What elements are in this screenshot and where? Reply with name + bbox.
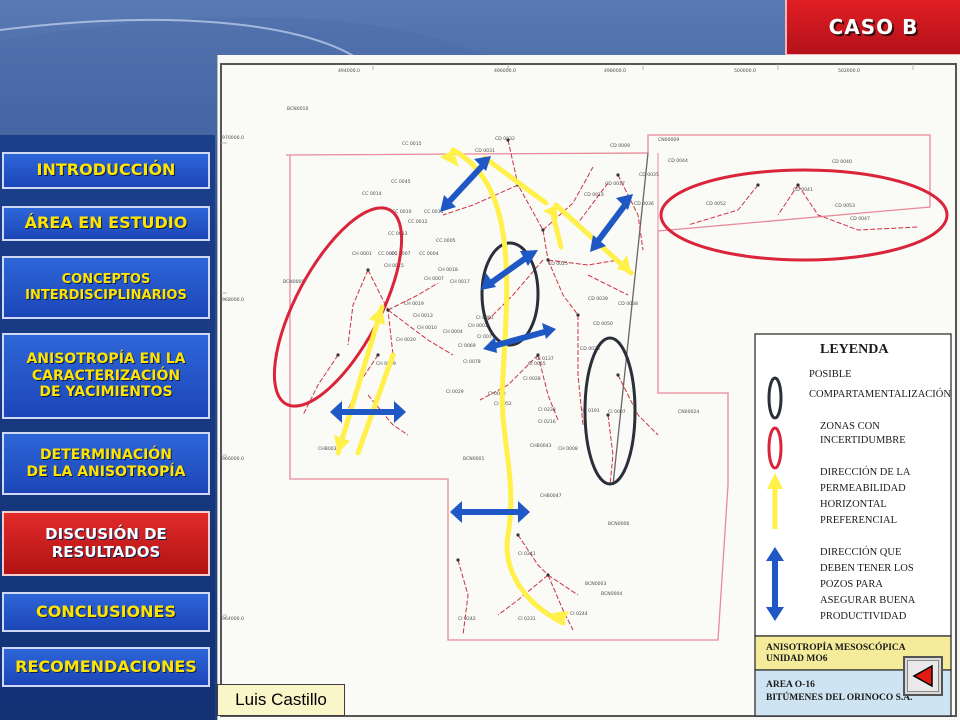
well-label: CD 0044 xyxy=(668,158,688,164)
well-label: BCN0001 xyxy=(463,456,484,462)
well-label: CI 0007 xyxy=(608,409,626,415)
well-label: BCN0004 xyxy=(601,591,622,597)
svg-text:970000.0: 970000.0 xyxy=(222,135,244,141)
back-button-inner xyxy=(907,660,939,692)
map-frame: 494000.0 496000.0 498000.0 500000.0 5020… xyxy=(217,55,960,720)
svg-text:500000.0: 500000.0 xyxy=(734,68,756,74)
well-label: CI 0241 xyxy=(518,551,536,557)
nav-conclusiones-button[interactable]: CONCLUSIONES xyxy=(2,592,210,632)
well-label: CD 0050 xyxy=(593,321,613,327)
well-label: CI 0238 xyxy=(538,407,556,413)
well-label: CH 0020 xyxy=(396,337,416,343)
well-label: CC 0015 xyxy=(402,141,422,147)
author-tag: Luis Castillo xyxy=(217,684,345,716)
nav-anisotropia-caracterizacion-label: ANISOTROPÍA EN LA CARACTERIZACIÓN DE YAC… xyxy=(26,351,186,401)
well-label: BCN0003 xyxy=(585,581,606,587)
well-label: CI 0242 xyxy=(458,616,476,622)
legend-title: LEYENDA xyxy=(820,342,889,357)
well-label: CN00009 xyxy=(658,137,679,143)
nav-introduccion-button[interactable]: INTRODUCCIÓN xyxy=(2,152,210,189)
back-triangle-icon xyxy=(912,664,933,688)
sidebar-nav: INTRODUCCIÓN ÁREA EN ESTUDIO CONCEPTOS I… xyxy=(0,135,215,720)
nav-introduccion-label: INTRODUCCIÓN xyxy=(36,160,176,180)
svg-text:496000.0: 496000.0 xyxy=(494,68,516,74)
well-label: CI 0216 xyxy=(538,419,556,425)
nav-recomendaciones-button[interactable]: RECOMENDACIONES xyxy=(2,647,210,687)
svg-text:964000.0: 964000.0 xyxy=(222,616,244,622)
nav-conceptos-label: CONCEPTOS INTERDISCIPLINARIOS xyxy=(25,272,187,303)
well-label: CD 0038 xyxy=(618,301,638,307)
nav-recomendaciones-label: RECOMENDACIONES xyxy=(15,656,197,676)
nav-discusion-label: DISCUSIÓN DE RESULTADOS xyxy=(45,524,167,561)
well-label: CI 0029 xyxy=(446,389,464,395)
well-label: CC 0012 xyxy=(408,219,428,225)
nav-area-estudio-label: ÁREA EN ESTUDIO xyxy=(24,213,188,233)
well-label: CI 0137 xyxy=(536,356,554,362)
well-label: CC 0045 xyxy=(391,179,411,185)
svg-text:502000.0: 502000.0 xyxy=(838,68,860,74)
well-label: CI 0078 xyxy=(463,359,481,365)
well-label: CD 0047 xyxy=(850,216,870,222)
svg-text:498000.0: 498000.0 xyxy=(604,68,626,74)
nav-determinacion-button[interactable]: DETERMINACIÓN DE LA ANISOTROPÍA xyxy=(2,432,210,495)
well-label: CHB0047 xyxy=(540,493,562,499)
svg-text:968000.0: 968000.0 xyxy=(222,297,244,303)
well-map: 494000.0 496000.0 498000.0 500000.0 5020… xyxy=(220,63,957,717)
well-label: CD 0025 xyxy=(548,261,568,267)
well-label: CI 0231 xyxy=(518,616,536,622)
well-label: CI 0069 xyxy=(458,343,476,349)
well-label: BCN0006 xyxy=(608,521,629,527)
nav-conclusiones-label: CONCLUSIONES xyxy=(35,601,176,621)
case-badge: CASO B xyxy=(785,0,960,56)
well-label: CC 0001 xyxy=(378,251,398,257)
well-label: CI 0028 xyxy=(523,376,541,382)
well-label: CH 0007 xyxy=(424,276,444,282)
well-label: CD 0053 xyxy=(835,203,855,209)
well-label: CH 0010 xyxy=(417,325,437,331)
nav-determinacion-label: DETERMINACIÓN DE LA ANISOTROPÍA xyxy=(26,446,186,480)
well-label: CH 0019 xyxy=(404,301,424,307)
well-label: BCN0010 xyxy=(287,106,308,112)
well-label: CH 0015 xyxy=(384,263,404,269)
well-label: CD 0017 xyxy=(605,181,625,187)
well-label: CD 0014 xyxy=(584,192,604,198)
well-label: CH 0017 xyxy=(450,279,470,285)
nav-conceptos-button[interactable]: CONCEPTOS INTERDISCIPLINARIOS xyxy=(2,256,210,319)
well-label: CC 0013 xyxy=(388,231,408,237)
well-label: CH 0018 xyxy=(438,267,458,273)
nav-anisotropia-caracterizacion-button[interactable]: ANISOTROPÍA EN LA CARACTERIZACIÓN DE YAC… xyxy=(2,333,210,419)
well-label: CD 0041 xyxy=(793,187,813,193)
case-badge-label: CASO B xyxy=(828,15,919,39)
well-label: CN00024 xyxy=(678,409,699,415)
well-label: CH 0003 xyxy=(468,323,488,329)
well-label: CD 0040 xyxy=(832,159,852,165)
well-label: CD 0032 xyxy=(495,136,515,142)
svg-text:494000.0: 494000.0 xyxy=(338,68,360,74)
well-label: CH 0004 xyxy=(443,329,463,335)
well-label: CD 0009 xyxy=(610,143,630,149)
well-label: CHB0043 xyxy=(530,443,552,449)
well-label: CH 0013 xyxy=(413,313,433,319)
well-label: CC 0004 xyxy=(419,251,439,257)
well-label: CI 0244 xyxy=(570,611,588,617)
back-button[interactable] xyxy=(903,656,943,696)
nav-discusion-button[interactable]: DISCUSIÓN DE RESULTADOS xyxy=(2,511,210,576)
well-label: CH 0001 xyxy=(352,251,372,257)
well-label: CD 0036 xyxy=(634,201,654,207)
well-label: CD 0039 xyxy=(588,296,608,302)
well-label: CD 0052 xyxy=(706,201,726,207)
nav-area-estudio-button[interactable]: ÁREA EN ESTUDIO xyxy=(2,206,210,241)
well-label: CC 0014 xyxy=(362,191,382,197)
svg-text:966000.0: 966000.0 xyxy=(222,456,244,462)
well-label: CD 0035 xyxy=(639,172,659,178)
well-label: CD 0031 xyxy=(475,148,495,154)
well-label: CC 0005 xyxy=(436,238,456,244)
well-label: CH 0008 xyxy=(558,446,578,452)
